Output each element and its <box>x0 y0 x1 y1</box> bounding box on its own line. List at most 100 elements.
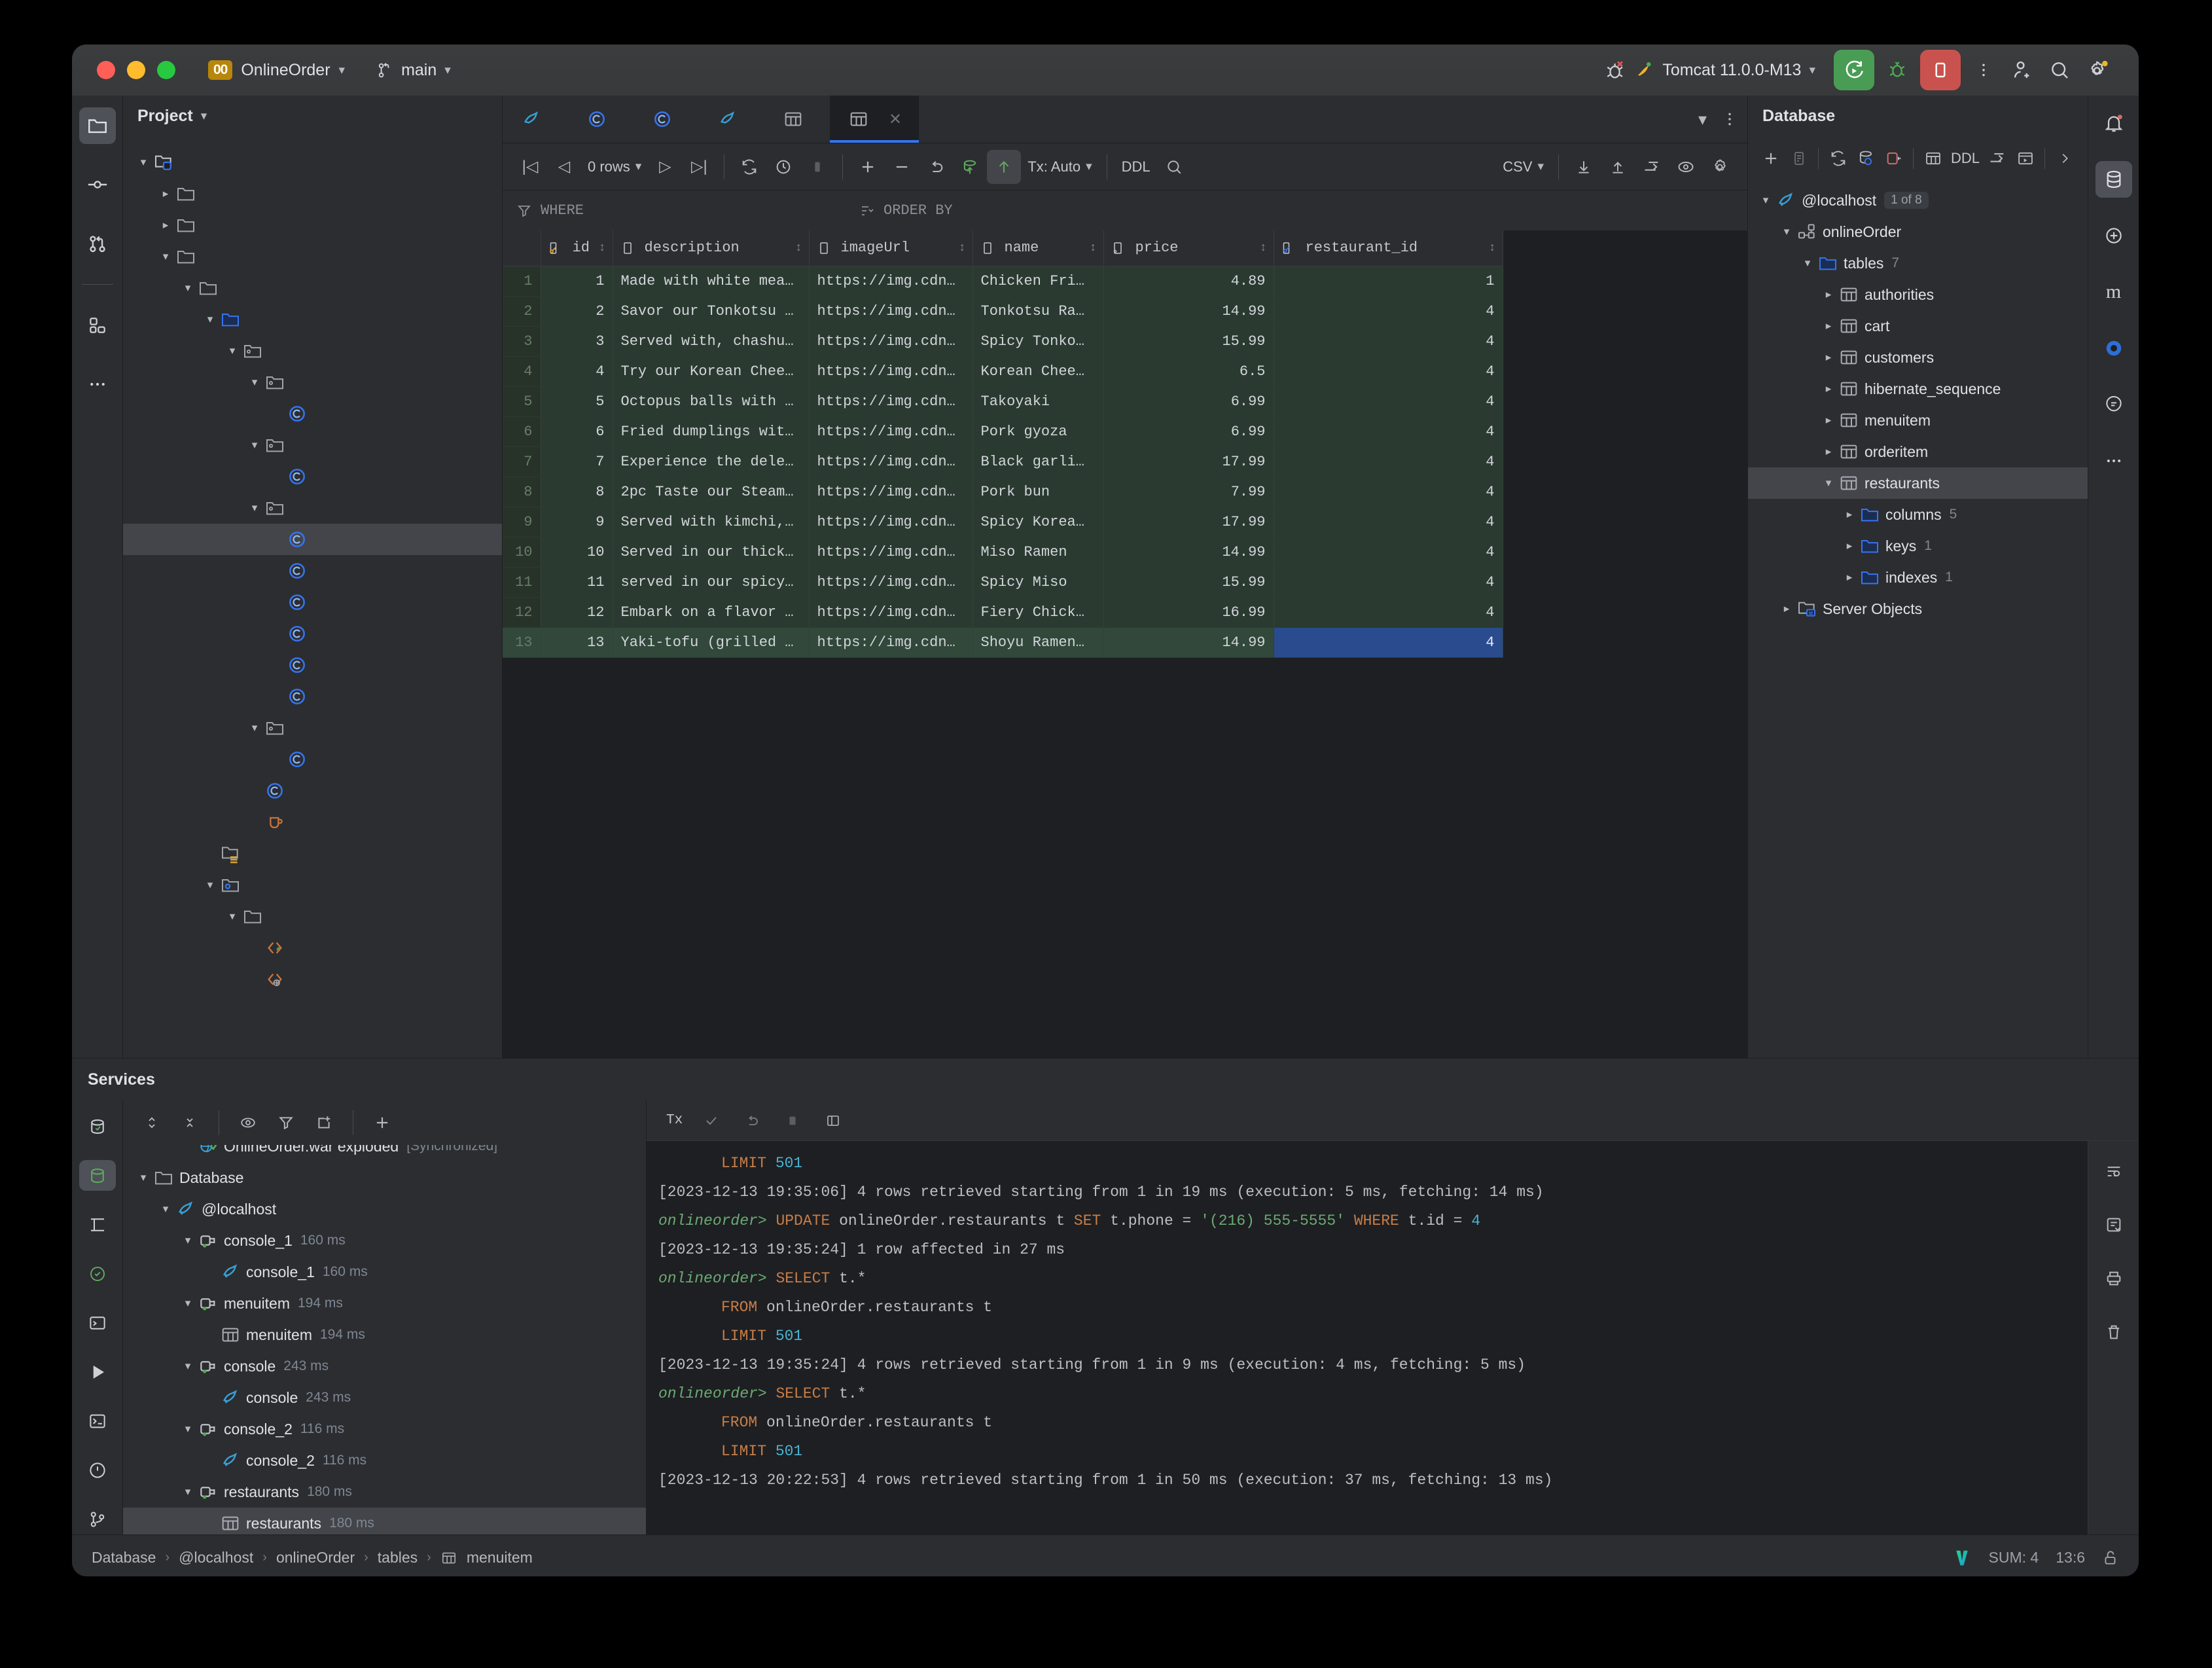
minimize-window-button[interactable] <box>127 61 145 79</box>
close-window-button[interactable] <box>97 61 115 79</box>
chevron-right-icon[interactable]: ▸ <box>1820 319 1837 333</box>
project-tree-item[interactable]: ▾ <box>123 241 502 272</box>
chevron-down-icon[interactable]: ▾ <box>224 344 241 357</box>
grid-cell[interactable]: 2pc Taste our Steam… <box>613 477 809 507</box>
sidebar-item-more[interactable] <box>2096 443 2132 479</box>
sidebar-item-commit[interactable] <box>79 166 116 203</box>
grid-cell[interactable]: 14.99 <box>1103 296 1274 326</box>
table-row[interactable]: 77Experience the dele…https://img.cdn…Bl… <box>503 446 1503 477</box>
data-grid-container[interactable]: id↕description↕imageUrl↕name↕price↕resta… <box>503 230 1747 1058</box>
grid-column-header[interactable]: name↕ <box>972 230 1103 266</box>
grid-column-header[interactable]: description↕ <box>613 230 809 266</box>
submit-button[interactable] <box>987 150 1021 184</box>
table-row[interactable]: 1010Served in our thick…https://img.cdn…… <box>503 537 1503 567</box>
chevron-down-icon[interactable]: ▾ <box>1688 109 1717 130</box>
grid-cell[interactable]: 4 <box>1274 537 1503 567</box>
chevron-down-icon[interactable]: ▾ <box>157 250 174 263</box>
grid-cell[interactable]: https://img.cdn… <box>809 296 972 326</box>
project-tree-item[interactable]: ▸ <box>123 178 502 209</box>
soft-wrap-button[interactable] <box>2096 1153 2132 1189</box>
jump-to-editor-button[interactable] <box>1984 143 2012 173</box>
database-tree-item[interactable]: ▸Server Objects <box>1748 593 2088 625</box>
scroll-to-end-button[interactable] <box>2096 1206 2132 1243</box>
sidebar-item-maven-build[interactable] <box>2096 217 2132 254</box>
editor-tab[interactable] <box>699 96 764 143</box>
new-datasource-button[interactable] <box>1757 143 1785 173</box>
sidebar-item-run[interactable] <box>79 1356 116 1387</box>
table-row[interactable]: 22Savor our Tonkotsu …https://img.cdn…To… <box>503 296 1503 326</box>
row-number[interactable]: 9 <box>503 507 541 537</box>
grid-cell[interactable]: https://img.cdn… <box>809 326 972 356</box>
sidebar-item-terminal[interactable] <box>79 1307 116 1338</box>
grid-cell[interactable]: 4 <box>1274 507 1503 537</box>
grid-cell[interactable]: 3 <box>541 326 613 356</box>
data-grid[interactable]: id↕description↕imageUrl↕name↕price↕resta… <box>503 230 1503 658</box>
ddl-button[interactable]: DDL <box>1115 158 1157 175</box>
sidebar-item-structure[interactable] <box>79 307 116 344</box>
table-row[interactable]: 1111served in our spicy…https://img.cdn…… <box>503 567 1503 597</box>
sort-indicator-icon[interactable]: ↕ <box>959 242 966 255</box>
chevron-down-icon[interactable]: ▾ <box>202 313 219 326</box>
stop-console-button[interactable] <box>776 1104 810 1138</box>
row-number[interactable]: 2 <box>503 296 541 326</box>
grid-cell[interactable]: served in our spicy… <box>613 567 809 597</box>
grid-cell[interactable]: 6 <box>541 416 613 446</box>
grid-cell[interactable]: https://img.cdn… <box>809 507 972 537</box>
chevron-down-icon[interactable]: ▾ <box>179 1297 196 1310</box>
grid-cell[interactable]: https://img.cdn… <box>809 477 972 507</box>
project-tree-item[interactable] <box>123 807 502 838</box>
database-tree-item[interactable]: ▸indexes1 <box>1748 562 2088 593</box>
grid-cell[interactable]: Yaki-tofu (grilled … <box>613 627 809 657</box>
row-number[interactable]: 12 <box>503 597 541 627</box>
chevron-right-icon[interactable]: ▸ <box>1820 445 1837 458</box>
database-tree-item[interactable]: ▸keys1 <box>1748 530 2088 562</box>
grid-column-header[interactable]: imageUrl↕ <box>809 230 972 266</box>
sidebar-item-more[interactable] <box>79 366 116 403</box>
grid-cell[interactable]: Chicken Fri… <box>972 266 1103 296</box>
project-tree-item[interactable] <box>123 587 502 618</box>
table-row[interactable]: 1313Yaki-tofu (grilled …https://img.cdn…… <box>503 627 1503 657</box>
sort-indicator-icon[interactable]: ↕ <box>1090 242 1097 255</box>
grid-cell[interactable]: 6.5 <box>1103 356 1274 386</box>
rollback-tx-button[interactable] <box>735 1104 769 1138</box>
row-number[interactable]: 8 <box>503 477 541 507</box>
open-table-button[interactable] <box>1919 143 1947 173</box>
show-output-button[interactable] <box>816 1104 850 1138</box>
grid-cell[interactable]: Pork gyoza <box>972 416 1103 446</box>
project-tree-item[interactable]: ▾ <box>123 492 502 524</box>
editor-tab[interactable] <box>764 96 830 143</box>
project-tree-item[interactable]: ▸ <box>123 209 502 241</box>
grid-cell[interactable]: 12 <box>541 597 613 627</box>
grid-cell[interactable]: 17.99 <box>1103 446 1274 477</box>
database-tree-item[interactable]: ▸orderitem <box>1748 436 2088 467</box>
chevron-down-icon[interactable]: ▾ <box>179 1234 196 1247</box>
table-row[interactable]: 66Fried dumplings wit…https://img.cdn…Po… <box>503 416 1503 446</box>
delete-row-button[interactable] <box>885 150 919 184</box>
version-control-icon[interactable] <box>1952 1548 1972 1568</box>
database-tree-item[interactable]: ▾@localhost1 of 8 <box>1748 185 2088 216</box>
editor-tab-bar[interactable]: ✕▾ <box>503 96 1747 143</box>
services-tree-item[interactable]: console_1160 ms <box>123 1256 646 1288</box>
chevron-down-icon[interactable]: ▾ <box>1820 477 1837 490</box>
chevron-down-icon[interactable]: ▾ <box>1757 194 1774 207</box>
chevron-down-icon[interactable]: ▾ <box>246 721 263 734</box>
services-tree-item[interactable]: ▾Database <box>123 1162 646 1193</box>
services-tree-item[interactable]: ▾@localhost <box>123 1193 646 1225</box>
row-number[interactable]: 1 <box>503 266 541 296</box>
grid-cell[interactable]: 15.99 <box>1103 567 1274 597</box>
import-data-button[interactable] <box>1601 150 1635 184</box>
table-row[interactable]: 99Served with kimchi,…https://img.cdn…Sp… <box>503 507 1503 537</box>
project-tree-item[interactable]: ▾ <box>123 712 502 744</box>
chevron-right-icon[interactable]: ▸ <box>1820 414 1837 427</box>
grid-cell[interactable]: 4 <box>1274 296 1503 326</box>
grid-cell[interactable]: Spicy Tonko… <box>972 326 1103 356</box>
services-tree-item[interactable]: restaurants180 ms <box>123 1508 646 1534</box>
grid-cell[interactable]: https://img.cdn… <box>809 416 972 446</box>
table-row[interactable]: 1212Embark on a flavor …https://img.cdn…… <box>503 597 1503 627</box>
tx-indicator[interactable]: Tx <box>661 1104 688 1138</box>
chevron-down-icon[interactable]: ▾ <box>224 910 241 923</box>
grid-cell[interactable]: Experience the dele… <box>613 446 809 477</box>
chevron-down-icon[interactable]: ▾ <box>157 1203 174 1216</box>
database-tree-item[interactable]: ▸cart <box>1748 310 2088 342</box>
grid-cell[interactable]: Spicy Korea… <box>972 507 1103 537</box>
